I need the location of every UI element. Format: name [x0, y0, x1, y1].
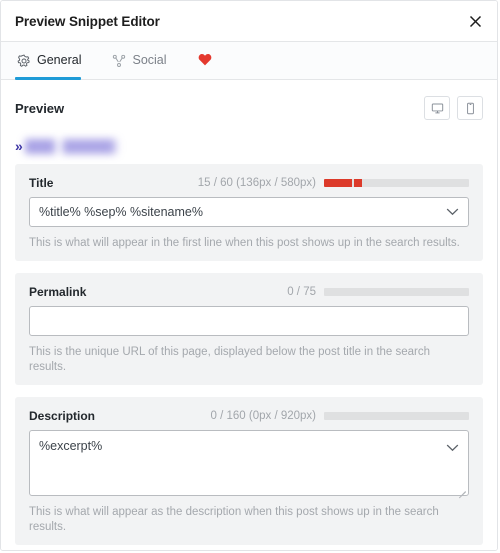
heart-icon: [198, 53, 212, 69]
double-chevron-icon: »: [15, 138, 23, 154]
progress-segment: [324, 179, 352, 187]
field-block-permalink: Permalink 0 / 75 This is the unique URL …: [15, 272, 483, 385]
field-block-title: Title 15 / 60 (136px / 580px) This is wh…: [15, 164, 483, 261]
snippet-title-blurred: [24, 138, 119, 154]
modal-header: Preview Snippet Editor: [1, 1, 497, 42]
title-input[interactable]: [29, 197, 469, 227]
tab-bar: General Social: [1, 42, 497, 80]
tab-favorite[interactable]: [192, 42, 218, 79]
field-description-label: Description: [29, 408, 96, 423]
tab-social-label: Social: [132, 53, 167, 68]
field-permalink-input-wrap: [29, 305, 469, 336]
tab-general-label: General: [37, 53, 82, 68]
field-title-label: Title: [29, 176, 54, 190]
field-description-counter: 0 / 160 (0px / 920px): [210, 409, 316, 422]
field-permalink-progress: [324, 287, 469, 296]
device-toggle-group: [424, 96, 483, 120]
field-description-meta: 0 / 160 (0px / 920px): [211, 410, 469, 422]
progress-segment: [353, 179, 362, 187]
share-nodes-icon: [112, 54, 126, 68]
snippet-preview: »: [15, 122, 483, 164]
field-title-input-wrap: [29, 197, 469, 227]
field-permalink-header: Permalink 0 / 75: [29, 285, 469, 299]
field-title-help: This is what will appear in the first li…: [29, 237, 460, 249]
mobile-phone-icon[interactable]: [457, 96, 483, 120]
textarea-resize-handle[interactable]: [457, 484, 466, 499]
desktop-monitor-icon[interactable]: [424, 96, 450, 120]
field-title-progress: [324, 179, 469, 187]
field-permalink-help: This is the unique URL of this page, dis…: [29, 345, 431, 373]
field-title-counter: 15 / 60 (136px / 580px): [197, 177, 316, 189]
field-description-progress: [324, 411, 469, 420]
page-title: Preview Snippet Editor: [15, 13, 160, 29]
description-textarea[interactable]: [29, 429, 469, 496]
tab-social[interactable]: Social: [110, 42, 179, 79]
field-description-input-wrap: [29, 429, 469, 499]
field-description-header: Description 0 / 160 (0px / 920px): [29, 409, 469, 423]
preview-section-title: Preview: [15, 100, 65, 116]
preview-header: Preview: [15, 96, 483, 120]
field-block-description: Description 0 / 160 (0px / 920px) This i…: [15, 396, 483, 545]
field-permalink-counter: 0 / 75: [287, 285, 316, 298]
field-description-help: This is what will appear as the descript…: [29, 505, 439, 533]
close-icon[interactable]: [462, 8, 488, 34]
gear-icon: [17, 53, 31, 68]
permalink-input[interactable]: [29, 305, 469, 336]
preview-snippet-editor-modal: Preview Snippet Editor General Social Pr…: [0, 0, 498, 551]
field-title-header: Title 15 / 60 (136px / 580px): [29, 176, 469, 190]
tab-general[interactable]: General: [15, 42, 94, 80]
modal-body: Preview » Title 15 / 60 (136px / 580px) …: [1, 80, 497, 550]
field-title-meta: 15 / 60 (136px / 580px): [198, 177, 469, 189]
field-permalink-meta: 0 / 75: [287, 286, 469, 298]
field-permalink-label: Permalink: [29, 284, 87, 299]
